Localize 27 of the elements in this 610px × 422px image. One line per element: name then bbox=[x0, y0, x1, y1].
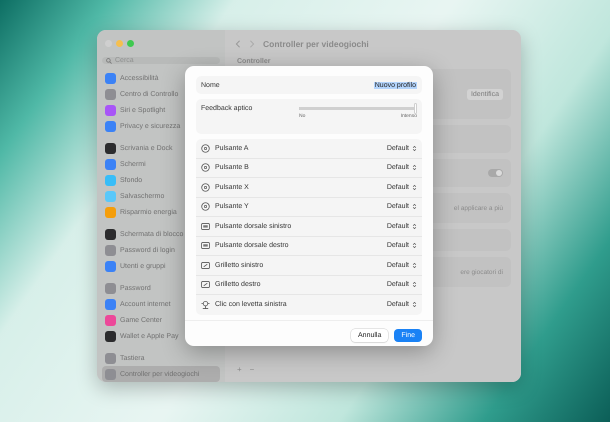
search-icon bbox=[106, 58, 112, 64]
minimize-button[interactable] bbox=[116, 40, 123, 47]
joystick-icon bbox=[201, 300, 210, 310]
circle-button-icon bbox=[201, 144, 210, 153]
circle-button-icon bbox=[201, 182, 210, 192]
zoom-button[interactable] bbox=[127, 40, 134, 47]
chevron-updown-icon bbox=[412, 301, 417, 308]
remove-button[interactable]: − bbox=[250, 365, 254, 374]
back-icon[interactable] bbox=[235, 40, 241, 48]
chevron-updown-icon bbox=[412, 203, 417, 210]
chevron-updown-icon bbox=[412, 144, 417, 152]
chevron-updown-icon bbox=[412, 242, 417, 250]
circle-button-icon bbox=[201, 202, 210, 212]
chevron-updown-icon bbox=[412, 281, 417, 288]
forward-icon[interactable] bbox=[249, 40, 255, 48]
chevron-updown-icon bbox=[412, 164, 417, 172]
shoulder-button-icon bbox=[201, 241, 210, 250]
chevron-updown-icon bbox=[412, 222, 417, 230]
window-title: Controller per videogiochi bbox=[263, 39, 369, 49]
chevron-updown-icon bbox=[412, 262, 417, 269]
chevron-updown-icon bbox=[412, 184, 417, 191]
circle-button-icon bbox=[201, 163, 210, 172]
trigger-icon bbox=[201, 280, 210, 290]
add-button[interactable]: + bbox=[237, 365, 242, 374]
trigger-icon bbox=[201, 260, 210, 270]
toggle-switch[interactable] bbox=[488, 169, 503, 177]
shoulder-button-icon bbox=[201, 222, 210, 231]
